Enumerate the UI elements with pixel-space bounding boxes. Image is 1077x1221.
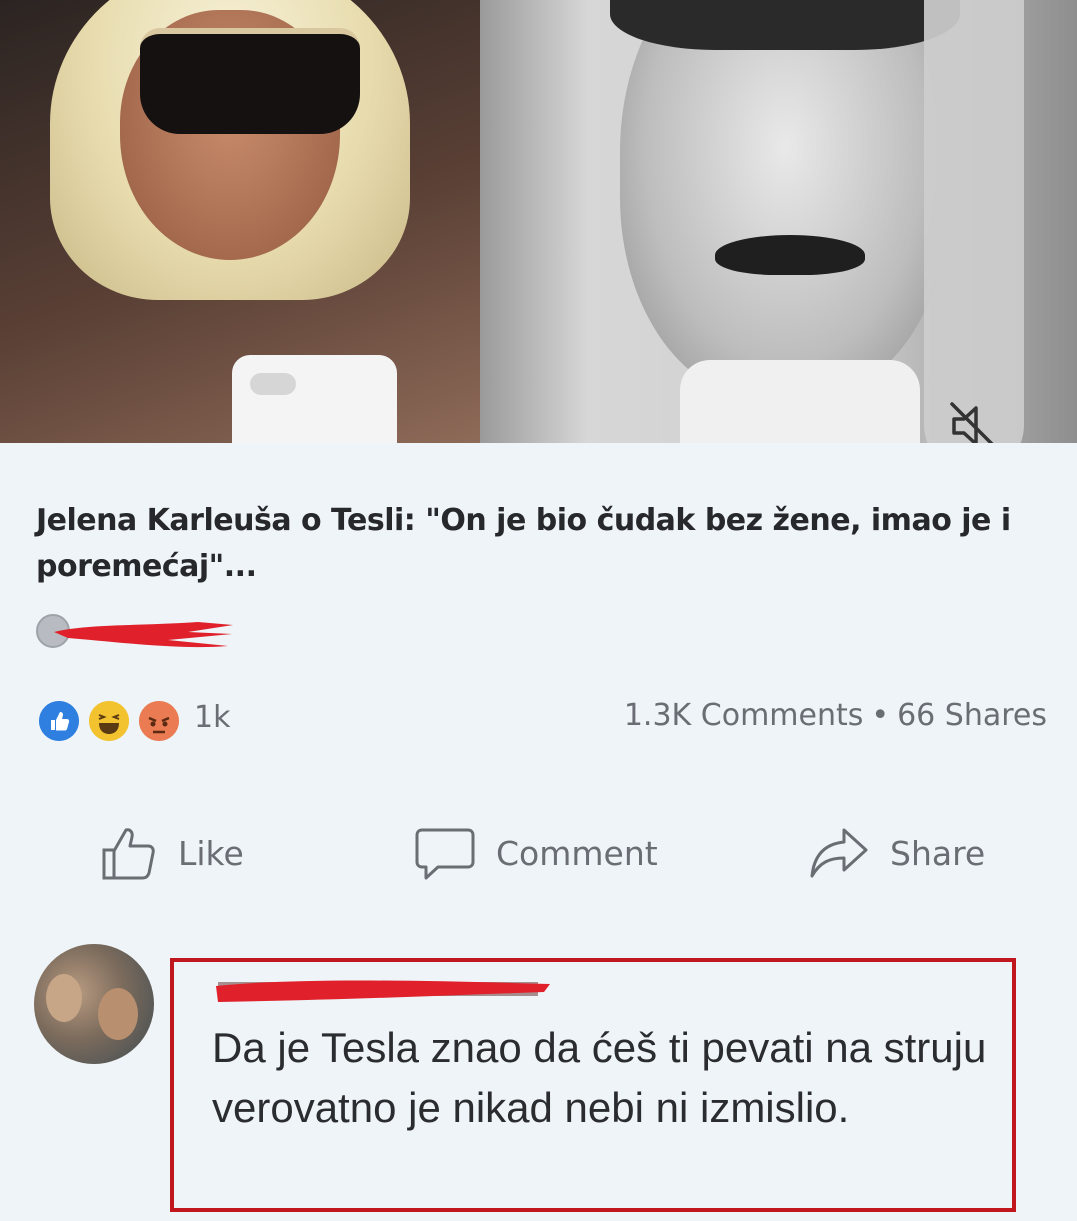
shares-count-link[interactable]: 66 Shares [897, 698, 1047, 733]
like-label: Like [178, 833, 244, 873]
reactions-summary[interactable]: 1k [36, 696, 336, 744]
facebook-post-screenshot: Jelena Karleuša o Tesli: "On je bio čuda… [0, 0, 1077, 1221]
avatar-face [46, 974, 82, 1022]
man-mustache [715, 235, 865, 275]
phone-camera [250, 373, 296, 395]
post-stats: 1.3K Comments • 66 Shares [624, 698, 1047, 733]
sunglasses [140, 28, 360, 134]
post-image[interactable] [0, 0, 1077, 443]
like-reaction-icon [36, 698, 82, 744]
stats-separator: • [871, 698, 890, 733]
commenter-avatar[interactable] [34, 944, 154, 1064]
post-source[interactable] [36, 612, 336, 652]
avatar-face [98, 988, 138, 1040]
haha-reaction-icon [86, 698, 132, 744]
angry-reaction-icon [136, 698, 182, 744]
mute-toggle[interactable] [924, 0, 1024, 443]
reaction-count: 1k [194, 700, 231, 735]
share-button[interactable]: Share [808, 818, 985, 888]
post-headline[interactable]: Jelena Karleuša o Tesli: "On je bio čuda… [36, 498, 1016, 590]
share-arrow-icon [810, 828, 868, 878]
commenter-name-redaction [216, 980, 550, 1002]
comment-button[interactable]: Comment [414, 818, 658, 888]
photo-woman [0, 0, 480, 443]
comment-bubble-icon [415, 828, 475, 880]
man-hair [610, 0, 960, 50]
comments-count-link[interactable]: 1.3K Comments [624, 698, 864, 733]
phone [232, 355, 397, 443]
comment-bubble-highlighted: Da je Tesla znao da ćeš ti pevati na str… [170, 958, 1016, 1212]
comment-label: Comment [496, 833, 658, 873]
like-button[interactable]: Like [100, 818, 244, 888]
share-label: Share [890, 833, 986, 873]
speaker-muted-icon[interactable] [946, 398, 1002, 443]
man-collar [680, 360, 920, 443]
thumbs-up-icon [102, 828, 155, 880]
man-face [620, 0, 950, 400]
redaction-scribble [54, 622, 233, 648]
comment-text: Da je Tesla znao da ćeš ti pevati na str… [212, 1024, 987, 1131]
post-actions-bar: Like Comment Share [0, 818, 1077, 888]
